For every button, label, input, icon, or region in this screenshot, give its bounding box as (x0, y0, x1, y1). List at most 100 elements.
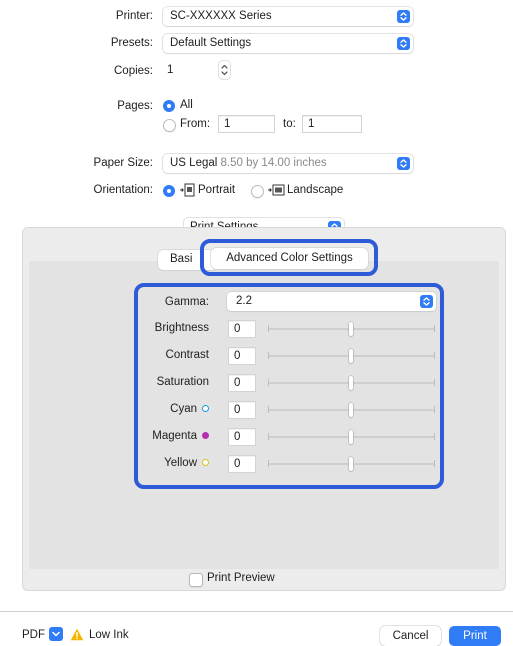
saturation-value: 0 (234, 377, 241, 389)
portrait-icon (180, 183, 195, 197)
slider-tick (268, 406, 269, 413)
slider-tick (268, 379, 269, 386)
yellow-color-dot-icon (202, 459, 209, 466)
saturation-slider-knob[interactable] (349, 376, 353, 390)
contrast-slider[interactable] (268, 349, 435, 363)
paper-size-detail: 8.50 by 14.00 inches (220, 157, 327, 169)
brightness-label: Brightness (155, 322, 209, 334)
cyan-value: 0 (234, 404, 241, 416)
contrast-label-text: Contrast (165, 349, 209, 361)
slider-tick (434, 460, 435, 467)
chevron-updown-icon (397, 37, 410, 50)
portrait-label: Portrait (198, 184, 236, 196)
paper-size-popup[interactable]: US Legal 8.50 by 14.00 inches (163, 154, 413, 173)
magenta-label: Magenta (152, 430, 209, 442)
pages-to-field[interactable]: 1 (302, 115, 362, 133)
pages-from-radio[interactable] (163, 119, 176, 132)
pdf-menu-button[interactable] (49, 627, 63, 641)
pages-from-field[interactable]: 1 (218, 115, 275, 133)
landscape-icon (268, 184, 285, 196)
cyan-field[interactable]: 0 (228, 401, 256, 419)
gamma-value: 2.2 (236, 295, 252, 307)
warning-icon (70, 628, 84, 641)
contrast-label: Contrast (166, 349, 209, 361)
printer-label: Printer: (115, 10, 153, 22)
slider-tick (268, 352, 269, 359)
pages-all-label: All (180, 99, 193, 111)
footer-separator (0, 611, 513, 612)
contrast-value: 0 (234, 350, 241, 362)
magenta-slider[interactable] (268, 430, 435, 444)
magenta-label-text: Magenta (152, 430, 197, 442)
pages-label: Pages: (117, 100, 153, 112)
saturation-slider[interactable] (268, 376, 435, 390)
yellow-label-text: Yellow (164, 457, 197, 469)
copies-field[interactable]: 1 (163, 62, 213, 80)
brightness-field[interactable]: 0 (228, 320, 256, 338)
cyan-slider[interactable] (268, 403, 435, 417)
printer-value: SC-XXXXXX Series (170, 10, 272, 22)
gamma-popup[interactable]: 2.2 (227, 292, 436, 311)
gamma-label: Gamma: (164, 296, 209, 308)
cancel-button[interactable]: Cancel (380, 626, 441, 646)
cyan-label-text: Cyan (170, 403, 197, 415)
saturation-label: Saturation (157, 376, 209, 388)
pages-from-label: From: (180, 118, 211, 130)
print-preview-checkbox[interactable] (189, 573, 203, 587)
slider-tick (268, 460, 269, 467)
magenta-field[interactable]: 0 (228, 428, 256, 446)
pages-to-value: 1 (308, 118, 315, 130)
yellow-field[interactable]: 0 (228, 455, 256, 473)
print-button[interactable]: Print (449, 626, 501, 646)
presets-label: Presets: (110, 37, 153, 49)
chevron-updown-icon (420, 295, 433, 308)
pages-from-value: 1 (224, 118, 231, 130)
tab-highlight (200, 239, 378, 276)
contrast-field[interactable]: 0 (228, 347, 256, 365)
copies-label: Copies: (114, 65, 153, 77)
yellow-value: 0 (234, 458, 241, 470)
chevron-updown-icon (397, 157, 410, 170)
slider-tick (434, 325, 435, 332)
brightness-value: 0 (234, 323, 241, 335)
paper-size-label: Paper Size: (93, 157, 153, 169)
slider-tick (434, 379, 435, 386)
slider-tick (434, 433, 435, 440)
landscape-label: Landscape (287, 184, 344, 196)
slider-tick (268, 433, 269, 440)
printer-popup[interactable]: SC-XXXXXX Series (163, 7, 413, 26)
slider-tick (268, 325, 269, 332)
contrast-slider-knob[interactable] (349, 349, 353, 363)
brightness-slider[interactable] (268, 322, 435, 336)
yellow-slider-knob[interactable] (349, 457, 353, 471)
cyan-slider-knob[interactable] (349, 403, 353, 417)
pdf-label[interactable]: PDF (22, 629, 45, 641)
brightness-slider-knob[interactable] (349, 322, 353, 336)
saturation-label-text: Saturation (156, 376, 209, 388)
presets-popup[interactable]: Default Settings (163, 34, 413, 53)
tab-basic-label: Basi (170, 253, 193, 265)
brightness-label-text: Brightness (154, 322, 209, 334)
magenta-slider-knob[interactable] (349, 430, 353, 444)
landscape-radio[interactable] (251, 185, 264, 198)
saturation-field[interactable]: 0 (228, 374, 256, 392)
slider-tick (434, 352, 435, 359)
slider-tick (434, 406, 435, 413)
pages-to-label: to: (283, 118, 296, 130)
portrait-radio[interactable] (163, 185, 175, 197)
chevron-down-icon (52, 631, 60, 637)
cyan-label: Cyan (170, 403, 209, 415)
orientation-label: Orientation: (93, 184, 153, 196)
magenta-color-dot-icon (202, 432, 209, 439)
chevron-updown-icon (397, 10, 410, 23)
paper-size-value: US Legal (170, 157, 218, 169)
print-preview-label: Print Preview (207, 572, 275, 584)
copies-value: 1 (167, 64, 174, 76)
presets-value: Default Settings (170, 37, 252, 49)
cyan-color-dot-icon (202, 405, 209, 412)
low-ink-label: Low Ink (89, 629, 129, 641)
pages-all-radio[interactable] (163, 100, 175, 112)
magenta-value: 0 (234, 431, 241, 443)
copies-stepper[interactable] (219, 61, 230, 79)
yellow-slider[interactable] (268, 457, 435, 471)
